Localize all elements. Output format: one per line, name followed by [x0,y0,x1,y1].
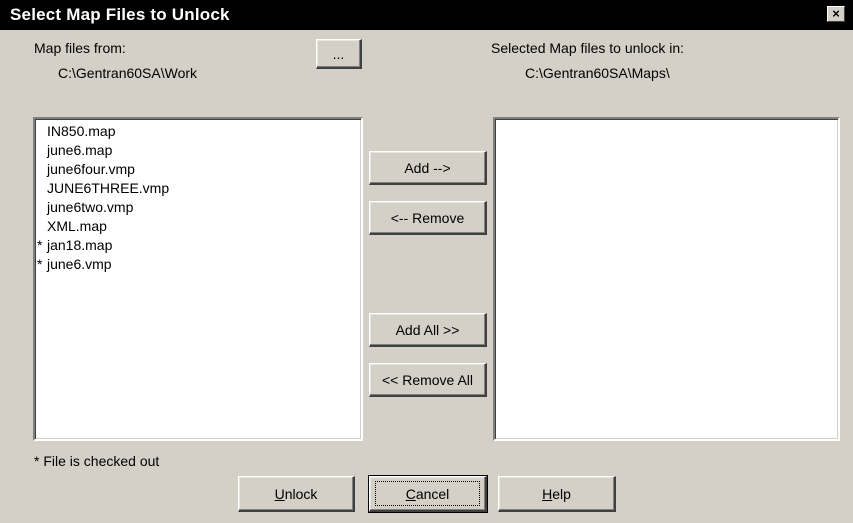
list-item[interactable]: JUNE6THREE.vmp [35,179,361,198]
file-name: june6four.vmp [47,161,135,177]
source-label: Map files from: [34,40,126,56]
list-item[interactable]: * jan18.map [35,236,361,255]
cancel-button-label: Cancel [405,485,450,502]
unlock-button[interactable]: Unlock [238,476,355,512]
target-label: Selected Map files to unlock in: [491,40,684,56]
source-path: C:\Gentran60SA\Work [58,65,198,81]
file-name: IN850.map [47,123,116,139]
help-button-label: Help [542,485,571,502]
available-files-list[interactable]: IN850.map june6.map june6four.vmp JUNE6THRE… [33,117,363,441]
dialog-title: Select Map Files to Unlock [10,5,230,24]
title-bar[interactable]: Select Map Files to Unlock × [0,0,853,30]
remove-all-button-label: << Remove All [381,371,474,388]
file-name: jan18.map [47,237,113,253]
list-item[interactable]: * june6.vmp [35,255,361,274]
available-files-items: IN850.map june6.map june6four.vmp JUNE6THRE… [35,122,361,274]
add-all-button-label: Add All >> [395,321,460,338]
add-all-button[interactable]: Add All >> [369,313,487,347]
target-path: C:\Gentran60SA\Maps\ [525,65,670,81]
help-button[interactable]: Help [498,476,616,512]
browse-button[interactable]: ... [316,39,362,69]
checked-out-marker: * [37,237,43,253]
unlock-button-label: Unlock [274,485,318,502]
file-name: XML.map [47,218,107,234]
file-name: june6.map [47,142,113,158]
checked-out-footnote: * File is checked out [34,453,160,469]
browse-button-label: ... [332,45,345,62]
list-item[interactable]: june6.map [35,141,361,160]
list-item[interactable]: XML.map [35,217,361,236]
checked-out-marker: * [37,256,43,272]
add-button[interactable]: Add --> [369,151,487,185]
file-name: june6two.vmp [47,199,134,215]
file-name: JUNE6THREE.vmp [47,180,170,196]
remove-button[interactable]: <-- Remove [369,201,487,235]
remove-button-label: <-- Remove [390,209,465,226]
cancel-button[interactable]: Cancel [368,475,488,513]
list-item[interactable]: june6two.vmp [35,198,361,217]
list-item[interactable]: IN850.map [35,122,361,141]
selected-files-list[interactable] [493,117,840,441]
add-button-label: Add --> [404,159,451,176]
remove-all-button[interactable]: << Remove All [369,363,487,397]
close-icon[interactable]: × [827,6,845,22]
file-name: june6.vmp [47,256,112,272]
list-item[interactable]: june6four.vmp [35,160,361,179]
unlock-dialog: Select Map Files to Unlock × Map files f… [0,0,853,523]
